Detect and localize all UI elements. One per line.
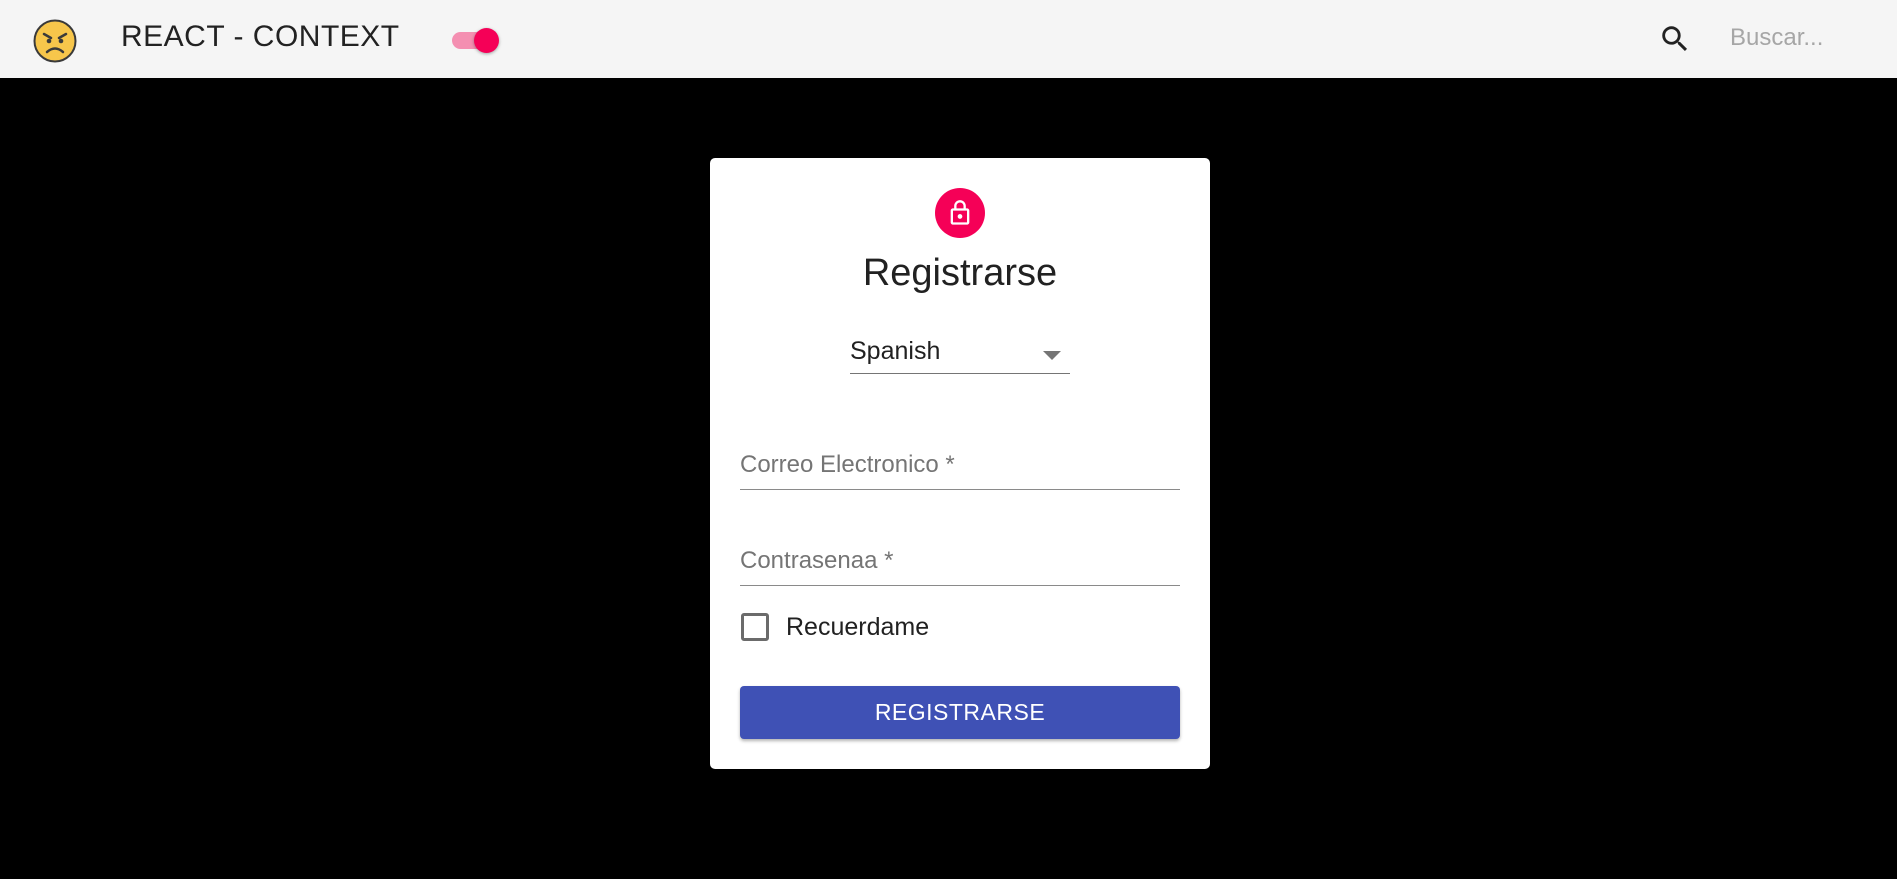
angry-face-emoji-icon <box>33 19 77 63</box>
password-field[interactable]: Contrasenaa * <box>740 534 1180 586</box>
register-card: Registrarse Spanish Correo Electronico *… <box>710 158 1210 769</box>
theme-toggle[interactable] <box>450 24 502 54</box>
language-select[interactable]: Spanish <box>850 334 1070 374</box>
search-input[interactable] <box>1730 20 1880 56</box>
app-bar: REACT - CONTEXT <box>0 0 1897 78</box>
remember-me-checkbox[interactable] <box>741 613 769 641</box>
page-title: Registrarse <box>862 252 1058 294</box>
lock-avatar <box>935 188 985 238</box>
register-button[interactable]: REGISTRARSE <box>740 686 1180 739</box>
remember-me-label[interactable]: Recuerdame <box>786 613 929 642</box>
remember-me-row: Recuerdame <box>740 610 1040 646</box>
email-field-label: Correo Electronico * <box>740 451 955 478</box>
password-field-label: Contrasenaa * <box>740 547 894 574</box>
toggle-thumb <box>474 28 499 53</box>
app-title: REACT - CONTEXT <box>121 20 400 53</box>
dropdown-arrow-icon <box>1043 351 1061 360</box>
language-select-value: Spanish <box>850 337 941 365</box>
email-field[interactable]: Correo Electronico * <box>740 438 1180 490</box>
search-icon[interactable] <box>1658 22 1692 56</box>
lock-icon <box>950 200 970 225</box>
